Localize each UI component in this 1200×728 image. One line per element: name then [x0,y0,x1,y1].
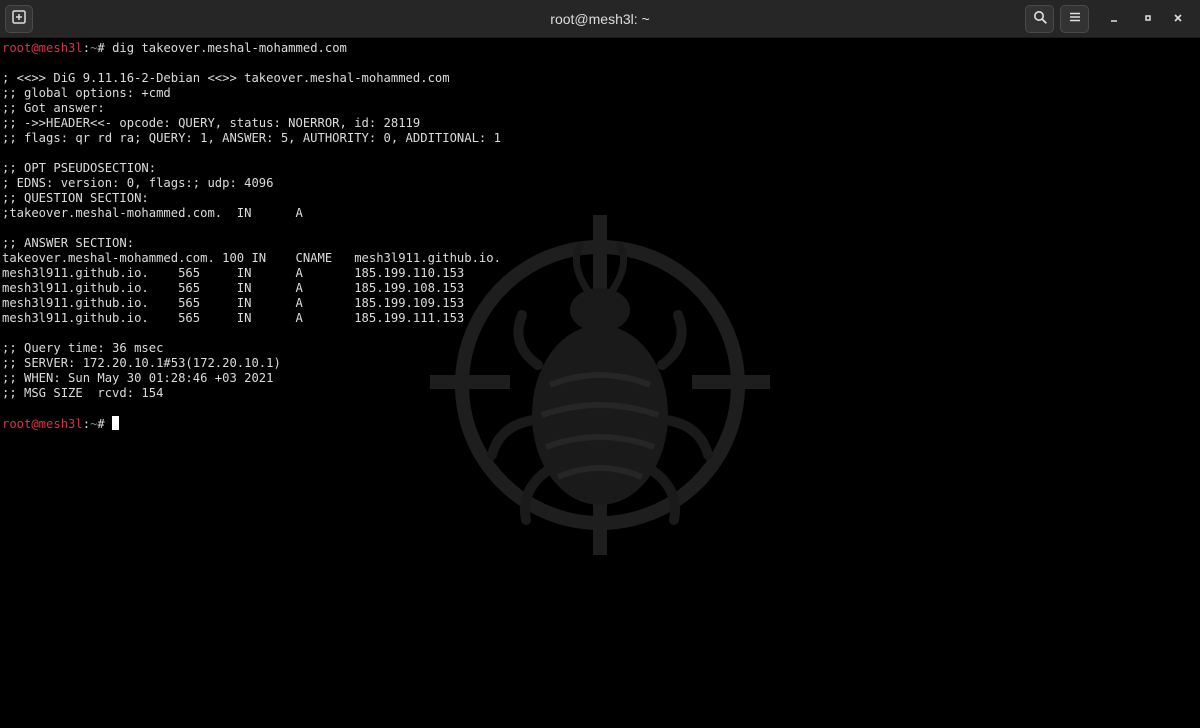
text-cursor [112,416,120,430]
prompt-symbol: # [97,417,113,431]
menu-button[interactable] [1060,5,1089,33]
output-line: mesh3l911.github.io. 565 IN A 185.199.11… [2,311,465,325]
prompt-user: root@mesh3l [2,41,83,55]
output-line: takeover.meshal-mohammed.com. 100 IN CNA… [2,251,501,265]
scrollbar[interactable] [1189,42,1197,725]
prompt-symbol: # [97,41,105,55]
output-line: ;; ->>HEADER<<- opcode: QUERY, status: N… [2,116,421,130]
output-line: ;takeover.meshal-mohammed.com. IN A [2,206,303,220]
minimize-button[interactable] [1104,9,1124,29]
output-line: ; <<>> DiG 9.11.16-2-Debian <<>> takeove… [2,71,450,85]
output-line: mesh3l911.github.io. 565 IN A 185.199.10… [2,281,465,295]
output-line: ;; global options: +cmd [2,86,171,100]
output-line: ;; Query time: 36 msec [2,341,164,355]
output-line: mesh3l911.github.io. 565 IN A 185.199.10… [2,296,465,310]
window-title: root@mesh3l: ~ [550,11,650,27]
prompt-separator: : [82,41,91,55]
output-line: ;; flags: qr rd ra; QUERY: 1, ANSWER: 5,… [2,131,501,145]
output-line: ;; QUESTION SECTION: [2,191,149,205]
output-line: ;; SERVER: 172.20.10.1#53(172.20.10.1) [2,356,281,370]
title-bar: root@mesh3l: ~ [0,0,1200,38]
maximize-icon [1143,10,1153,28]
close-button[interactable] [1168,9,1188,29]
close-icon [1173,10,1183,28]
new-tab-button[interactable] [5,5,33,33]
output-line: ;; WHEN: Sun May 30 01:28:46 +03 2021 [2,371,274,385]
output-line: ;; ANSWER SECTION: [2,236,135,250]
prompt-separator: : [82,417,91,431]
new-tab-icon [12,9,26,29]
maximize-button[interactable] [1138,9,1158,29]
search-icon [1033,10,1047,29]
minimize-icon [1109,10,1119,28]
command-text: dig takeover.meshal-mohammed.com [104,41,347,55]
prompt-user: root@mesh3l [2,417,83,431]
output-line: mesh3l911.github.io. 565 IN A 185.199.11… [2,266,465,280]
output-line: ;; OPT PSEUDOSECTION: [2,161,157,175]
terminal-window: root@mesh3l: ~ root@mesh3l:~# dig takeov… [0,0,1200,728]
output-line: ;; Got answer: [2,101,105,115]
output-line: ; EDNS: version: 0, flags:; udp: 4096 [2,176,274,190]
search-button[interactable] [1025,5,1054,33]
prompt-line: root@mesh3l:~# [2,416,1186,431]
hamburger-menu-icon [1069,10,1081,28]
output-line: ;; MSG SIZE rcvd: 154 [2,386,164,400]
prompt-line: root@mesh3l:~# dig takeover.meshal-moham… [2,41,1186,56]
terminal-output[interactable]: root@mesh3l:~# dig takeover.meshal-moham… [0,39,1186,728]
